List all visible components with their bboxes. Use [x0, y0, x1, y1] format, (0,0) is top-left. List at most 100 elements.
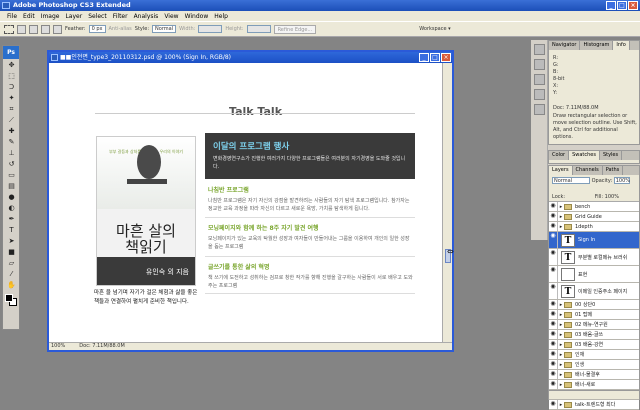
- minimize-icon[interactable]: _: [606, 1, 616, 10]
- tab-swatches[interactable]: Swatches: [569, 151, 600, 160]
- menu-analysis[interactable]: Analysis: [131, 13, 162, 20]
- path-selection-tool-icon[interactable]: ➤: [5, 236, 18, 246]
- menu-file[interactable]: File: [4, 13, 20, 20]
- layer-row[interactable]: ◉ ▸ 02 메뉴-연구원: [549, 320, 639, 330]
- width-input[interactable]: [198, 25, 223, 33]
- tab-histogram[interactable]: Histogram: [580, 41, 614, 50]
- eyedropper-tool-icon[interactable]: ⁄: [5, 269, 18, 279]
- visibility-eye-icon[interactable]: ◉: [549, 360, 558, 369]
- new-selection-icon[interactable]: [17, 24, 26, 34]
- document-canvas[interactable]: Talk Talk 부부 갈등과 상처를 안고 사는 우리의 이야기 마흔 살의…: [49, 63, 444, 343]
- move-tool-icon[interactable]: ✥: [5, 60, 18, 70]
- add-selection-icon[interactable]: [29, 24, 38, 34]
- blur-tool-icon[interactable]: ●: [5, 192, 18, 202]
- panel-dock-icon[interactable]: [534, 44, 545, 55]
- notes-tool-icon[interactable]: ▱: [5, 258, 18, 268]
- tab-paths[interactable]: Paths: [603, 166, 624, 175]
- panel-dock-icon[interactable]: [534, 74, 545, 85]
- doc-close-icon[interactable]: ×: [441, 53, 451, 62]
- visibility-eye-icon[interactable]: ◉: [549, 300, 558, 309]
- layer-row[interactable]: ◉ ▸ 1depth: [549, 222, 639, 232]
- height-input[interactable]: [246, 25, 271, 33]
- layer-row[interactable]: ◉ ▸ 03 배움-글쓰: [549, 330, 639, 340]
- zoom-field[interactable]: 100%: [51, 343, 65, 350]
- antialias-checkbox[interactable]: Anti-alias: [109, 26, 132, 32]
- visibility-eye-icon[interactable]: ◉: [549, 350, 558, 359]
- close-icon[interactable]: ×: [628, 1, 638, 10]
- visibility-eye-icon[interactable]: ◉: [549, 249, 558, 265]
- document-title-bar[interactable]: ■■인전면_type3_20110312.psd @ 100% (Sign In…: [49, 52, 452, 63]
- menu-image[interactable]: Image: [38, 13, 63, 20]
- workspace-button[interactable]: Workspace ▾: [419, 26, 450, 32]
- blend-mode-select[interactable]: Normal: [552, 177, 590, 184]
- stamp-tool-icon[interactable]: ⊥: [5, 148, 18, 158]
- layer-row[interactable]: ◉ ▸ 인생: [549, 360, 639, 370]
- layer-row[interactable]: ◉ ▸ 배너-물결후: [549, 370, 639, 380]
- menu-select[interactable]: Select: [85, 13, 110, 20]
- marquee-tool-preset-icon[interactable]: [4, 24, 14, 34]
- layer-row[interactable]: ◉ ▸ 인재: [549, 350, 639, 360]
- visibility-eye-icon[interactable]: ◉: [549, 212, 558, 221]
- layer-row[interactable]: ◉ ▸ 00 상단0: [549, 300, 639, 310]
- menu-help[interactable]: Help: [211, 13, 231, 20]
- lasso-tool-icon[interactable]: ᑐ: [5, 82, 18, 92]
- pen-tool-icon[interactable]: ✒: [5, 214, 18, 224]
- foreground-color-swatch[interactable]: [5, 294, 13, 302]
- menu-filter[interactable]: Filter: [110, 13, 131, 20]
- layer-row[interactable]: ◉ ▸ talk-트렌드형 최다: [549, 400, 639, 410]
- opacity-input[interactable]: 100%: [613, 177, 630, 184]
- hand-tool-icon[interactable]: ✋: [5, 280, 18, 290]
- healing-tool-icon[interactable]: ✚: [5, 126, 18, 136]
- tab-color[interactable]: Color: [549, 151, 570, 160]
- shape-tool-icon[interactable]: ■: [5, 247, 18, 257]
- tab-styles[interactable]: Styles: [600, 151, 623, 160]
- layer-row[interactable]: ◉ ▸ 배너-새로: [549, 380, 639, 390]
- menu-view[interactable]: View: [161, 13, 181, 20]
- magic-wand-tool-icon[interactable]: ✦: [5, 93, 18, 103]
- feather-input[interactable]: 0 px: [88, 25, 106, 33]
- marquee-tool-icon[interactable]: ⬚: [5, 71, 18, 81]
- menu-edit[interactable]: Edit: [20, 13, 38, 20]
- layer-row[interactable]: ◉ ▸ 01 탑메: [549, 310, 639, 320]
- vertical-scrollbar[interactable]: [442, 63, 452, 343]
- visibility-eye-icon[interactable]: ◉: [549, 340, 558, 349]
- style-select[interactable]: Normal: [152, 25, 177, 33]
- tab-info[interactable]: Info: [613, 41, 630, 50]
- layer-row[interactable]: ◉ ▸ bench: [549, 202, 639, 212]
- layer-row[interactable]: ◉ ▸ 03 배움-강연: [549, 340, 639, 350]
- menu-window[interactable]: Window: [182, 13, 212, 20]
- visibility-eye-icon[interactable]: ◉: [549, 370, 558, 379]
- gradient-tool-icon[interactable]: ▤: [5, 181, 18, 191]
- doc-minimize-icon[interactable]: _: [419, 53, 429, 62]
- tab-channels[interactable]: Channels: [573, 166, 603, 175]
- layer-row[interactable]: ◉ T 이메일 인증주소 페이지: [549, 283, 639, 300]
- panel-dock-icon[interactable]: [534, 59, 545, 70]
- brush-tool-icon[interactable]: ✎: [5, 137, 18, 147]
- tab-layers[interactable]: Layers: [549, 166, 573, 175]
- visibility-eye-icon[interactable]: ◉: [549, 400, 558, 409]
- visibility-eye-icon[interactable]: ◉: [549, 202, 558, 211]
- slice-tool-icon[interactable]: ⟋: [5, 115, 18, 125]
- menu-layer[interactable]: Layer: [62, 13, 85, 20]
- layer-row[interactable]: ◉ T 부분별 로컬메뉴 브러쉬: [549, 249, 639, 266]
- visibility-eye-icon[interactable]: ◉: [549, 222, 558, 231]
- type-tool-icon[interactable]: T: [5, 225, 18, 235]
- refine-edge-button[interactable]: Refine Edge...: [273, 24, 317, 34]
- layer-row[interactable]: ◉ 표현: [549, 266, 639, 283]
- visibility-eye-icon[interactable]: ◉: [549, 266, 558, 282]
- maximize-icon[interactable]: □: [617, 1, 627, 10]
- layer-row[interactable]: ◉ ▸ Grid Guide: [549, 212, 639, 222]
- eraser-tool-icon[interactable]: ▭: [5, 170, 18, 180]
- intersect-selection-icon[interactable]: [53, 24, 62, 34]
- visibility-eye-icon[interactable]: ◉: [549, 232, 558, 248]
- visibility-eye-icon[interactable]: ◉: [549, 310, 558, 319]
- fill-input[interactable]: 100%: [605, 194, 619, 200]
- visibility-eye-icon[interactable]: ◉: [549, 330, 558, 339]
- visibility-eye-icon[interactable]: ◉: [549, 283, 558, 299]
- tab-navigator[interactable]: Navigator: [549, 41, 581, 50]
- history-brush-tool-icon[interactable]: ↺: [5, 159, 18, 169]
- layer-row[interactable]: ◉ T Sign In: [549, 232, 639, 249]
- subtract-selection-icon[interactable]: [41, 24, 50, 34]
- panel-dock-icon[interactable]: [534, 104, 545, 115]
- dodge-tool-icon[interactable]: ◐: [5, 203, 18, 213]
